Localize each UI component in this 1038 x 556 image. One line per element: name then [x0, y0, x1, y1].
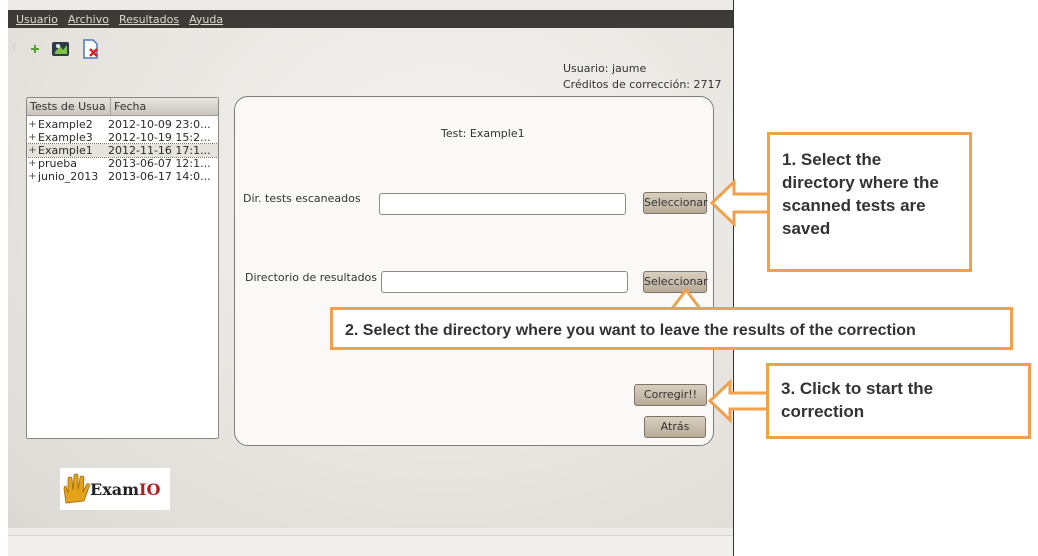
user-name: Usuario: jaume: [563, 62, 647, 75]
callout3-box: 3. Click to start the correction: [766, 363, 1031, 439]
add-icon[interactable]: [24, 38, 46, 60]
hand-logo-icon: [63, 473, 90, 504]
callout2-box: 2. Select the directory where you want t…: [330, 307, 1013, 350]
test-date: 2013-06-17 14:0...: [108, 170, 211, 183]
test-name: Example1: [38, 144, 93, 157]
expand-icon[interactable]: +: [27, 170, 38, 183]
expand-icon[interactable]: +: [27, 118, 38, 131]
correction-panel: Test: Example1 Dir. tests escaneados Sel…: [234, 96, 714, 446]
toolbar-grip-icon[interactable]: ⋮: [10, 42, 18, 51]
expand-icon[interactable]: +: [27, 144, 38, 157]
test-date: 2013-06-07 12:1...: [108, 157, 211, 170]
scanned-dir-input[interactable]: [379, 193, 626, 215]
results-dir-label: Directorio de resultados: [245, 271, 378, 284]
column-header-date[interactable]: Fecha: [111, 98, 146, 115]
tree-row[interactable]: + junio_2013 2013-06-17 14:0...: [27, 170, 218, 183]
import-icon[interactable]: [50, 38, 72, 60]
test-name: prueba: [38, 157, 77, 170]
expand-icon[interactable]: +: [27, 131, 38, 144]
menu-usuario[interactable]: Usuario: [16, 13, 58, 26]
user-info: Usuario: jaume Créditos de corrección: 2…: [563, 61, 722, 93]
column-header-tests[interactable]: Tests de Usua: [27, 98, 111, 115]
test-date: 2012-10-09 23:0...: [108, 118, 211, 131]
test-name: junio_2013: [38, 170, 99, 183]
tree-rows: + Example2 2012-10-09 23:0... + Example3…: [26, 116, 219, 183]
results-dir-input[interactable]: [381, 271, 628, 293]
tests-tree-view[interactable]: Tests de Usua Fecha + Example2 2012-10-0…: [26, 97, 219, 439]
select-scanned-dir-button[interactable]: Seleccionar: [643, 192, 708, 214]
logo-text-main: Exam: [90, 479, 140, 499]
correction-credits: Créditos de corrección: 2717: [563, 78, 722, 91]
test-title: Test: Example1: [441, 127, 525, 140]
tree-row[interactable]: + prueba 2013-06-07 12:1...: [27, 157, 218, 170]
test-date: 2012-11-16 17:1...: [108, 144, 211, 157]
delete-document-icon[interactable]: [80, 38, 102, 60]
callout3-text: 3. Click to start the correction: [781, 379, 934, 421]
callout2-text: 2. Select the directory where you want t…: [345, 322, 916, 339]
scanned-dir-label: Dir. tests escaneados: [243, 192, 361, 205]
test-name: Example3: [38, 131, 93, 144]
test-name: Example2: [38, 118, 93, 131]
callout1-box: 1. Select the directory where the scanne…: [767, 132, 972, 272]
status-bar: [8, 535, 733, 556]
tree-row[interactable]: + Example3 2012-10-19 15:2...: [27, 131, 218, 144]
menu-resultados[interactable]: Resultados: [119, 13, 179, 26]
menu-bar: Usuario Archivo Resultados Ayuda: [8, 10, 733, 28]
back-button[interactable]: Atrás: [644, 416, 706, 438]
callout1-text: 1. Select the directory where the scanne…: [782, 150, 939, 238]
toolbar: ⋮: [8, 30, 208, 60]
tree-header: Tests de Usua Fecha: [27, 98, 218, 116]
logo-text-accent: IO: [139, 479, 161, 499]
examio-logo: ExamIO: [60, 468, 170, 510]
app-window: Usuario Archivo Resultados Ayuda ⋮ Usuar…: [8, 0, 733, 556]
tree-row-selected[interactable]: + Example1 2012-11-16 17:1...: [26, 143, 219, 158]
correct-button[interactable]: Corregir!!: [634, 384, 707, 406]
menu-ayuda[interactable]: Ayuda: [189, 13, 223, 26]
menu-archivo[interactable]: Archivo: [68, 13, 109, 26]
logo-text: ExamIO: [90, 480, 160, 499]
window-edge-divider: [733, 0, 734, 556]
test-date: 2012-10-19 15:2...: [108, 131, 211, 144]
tree-row[interactable]: + Example2 2012-10-09 23:0...: [27, 118, 218, 131]
expand-icon[interactable]: +: [27, 157, 38, 170]
